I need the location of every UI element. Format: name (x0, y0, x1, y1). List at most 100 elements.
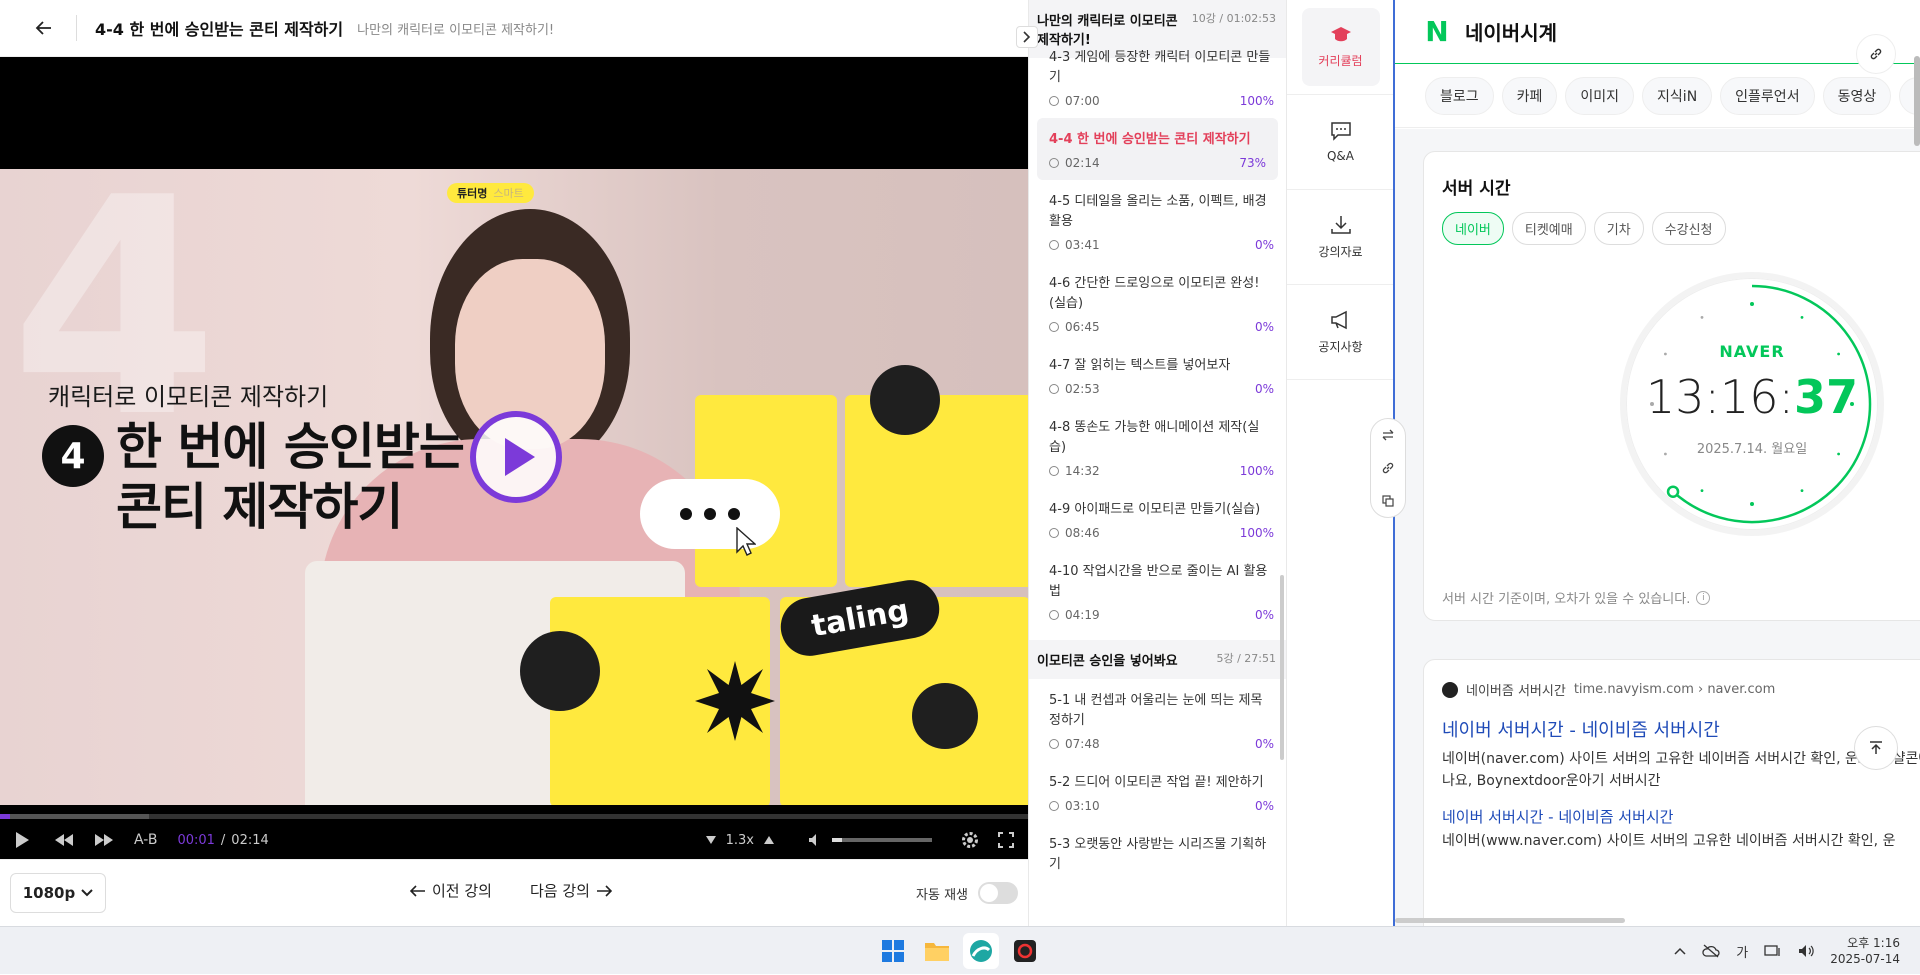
naver-tab[interactable]: 카페 (1501, 76, 1558, 115)
system-tray: 가 오후 1:16 2025-07-14 (1674, 927, 1900, 975)
server-time-tab[interactable]: 티켓예매 (1511, 212, 1586, 245)
windows-logo-icon (882, 940, 904, 962)
prev-lesson-button[interactable]: 이전 강의 (410, 880, 492, 901)
server-time-tab[interactable]: 네이버 (1442, 212, 1504, 245)
playlist-item[interactable]: 4-8 똥손도 가능한 애니메이션 제작(실습) 14:32 100% (1029, 406, 1286, 488)
panel-scrollbar[interactable] (1914, 56, 1920, 146)
next-lesson-button[interactable]: 다음 강의 (530, 880, 612, 901)
rewind-button[interactable] (54, 833, 74, 847)
clock-icon (1049, 528, 1059, 538)
clock-seconds: 37 (1794, 370, 1859, 424)
playlist-item[interactable]: 4-3 게임에 등장한 캐릭터 이모티콘 만들기 07:00 100% (1029, 48, 1286, 118)
naver-tab[interactable]: 지식iN (1642, 76, 1713, 115)
playlist-item-title: 4-9 아이패드로 이모티콘 만들기(실습) (1049, 502, 1261, 517)
speaker-icon[interactable] (1798, 944, 1814, 958)
network-icon[interactable] (1764, 944, 1782, 958)
playlist-item-progress: 0% (1254, 737, 1274, 751)
naver-logo[interactable]: N (1425, 15, 1449, 48)
ab-repeat-button[interactable]: A-B (134, 832, 157, 848)
horizontal-scrollbar[interactable] (1395, 918, 1625, 923)
volume-level (832, 838, 842, 842)
fullscreen-button[interactable] (998, 832, 1014, 848)
sidemenu-label: Q&A (1326, 149, 1354, 163)
result-source[interactable]: 네이버즘 서버시간 time.navyism.com › naver.com (1442, 680, 1775, 699)
playlist-items: 4-4 한 번에 승인받는 콘티 제작하기 02:14 73% 4-5 디테일을 올리… (1029, 118, 1286, 632)
share-link-button[interactable] (1856, 34, 1896, 74)
total-time: 02:14 (231, 832, 269, 848)
clock-icon (1049, 322, 1059, 332)
taskbar-clock[interactable]: 오후 1:16 2025-07-14 (1830, 935, 1900, 967)
swap-icon[interactable] (1382, 429, 1394, 441)
playlist-item[interactable]: 4-10 작업시간을 반으로 줄이는 AI 활용법 04:19 0% (1029, 550, 1286, 632)
playlist-section-header[interactable]: 이모티콘 승인을 넣어봐요 5강 / 27:51 (1029, 640, 1286, 679)
link-icon[interactable] (1382, 462, 1394, 474)
file-explorer-button[interactable] (919, 933, 955, 969)
speed-up-button[interactable] (764, 836, 774, 844)
naver-tab[interactable]: 블로그 (1425, 76, 1494, 115)
video-player[interactable]: 4 튜터명 스마트 taling 캐릭터로 이모티콘 제작하기 4 한 번에 승… (0, 57, 1028, 859)
quality-select[interactable]: 1080p (10, 873, 106, 913)
sidemenu-notice[interactable]: 공지사항 (1287, 285, 1394, 380)
playlist-item[interactable]: 5-2 드디어 이모티콘 작업 끝! 제안하기 03:10 0% (1029, 761, 1286, 823)
playlist-item-title: 4-4 한 번에 승인받는 콘티 제작하기 (1049, 132, 1251, 147)
section-title: 나만의 캐릭터로 이모티콘 제작하기! (1037, 14, 1178, 48)
collapse-playlist-button[interactable] (1016, 26, 1038, 48)
play-button[interactable] (470, 411, 562, 503)
sidemenu-curriculum[interactable]: 커리큘럼 (1287, 0, 1394, 95)
browser-button[interactable] (963, 933, 999, 969)
heart-badge-icon (870, 365, 940, 435)
sidemenu-materials[interactable]: 강의자료 (1287, 190, 1394, 285)
playlist-item-title: 5-3 오랫동안 사랑받는 시리즈물 기획하기 (1049, 837, 1267, 872)
server-time-tab[interactable]: 기차 (1593, 212, 1644, 245)
mouse-cursor-icon (736, 527, 756, 556)
naver-tab[interactable]: 인플루언서 (1720, 76, 1815, 115)
playlist-scrollbar[interactable] (1280, 575, 1284, 760)
back-button[interactable] (22, 0, 66, 57)
playlist-item[interactable]: 4-9 아이패드로 이모티콘 만들기(실습) 08:46 100% (1029, 488, 1286, 550)
start-button[interactable] (875, 933, 911, 969)
camera-icon (1014, 940, 1036, 962)
cloud-off-icon[interactable] (1702, 944, 1720, 958)
result-sublink[interactable]: 네이버 서버시간 - 네이비즘 서버시간 (1442, 806, 1674, 827)
clock-tick (1700, 489, 1704, 493)
graduation-cap-icon (1330, 26, 1351, 41)
camera-app-button[interactable] (1007, 933, 1043, 969)
play-toggle-button[interactable] (14, 831, 30, 849)
seek-bar[interactable] (0, 814, 1028, 819)
result-subdescription: 네이버(www.naver.com) 사이트 서버의 고유한 네이버즘 서버시간… (1442, 833, 1896, 849)
video-title: 한 번에 승인받는 콘티 제작하기 (116, 417, 465, 537)
scroll-to-top-button[interactable] (1854, 726, 1898, 770)
result-title-link[interactable]: 네이버 서버시간 - 네이비즘 서버시간 (1442, 716, 1720, 742)
speed-down-button[interactable] (705, 836, 716, 844)
playlist-item[interactable]: 4-4 한 번에 승인받는 콘티 제작하기 02:14 73% (1037, 118, 1278, 180)
chevron-up-icon[interactable] (1674, 947, 1686, 955)
naver-tab[interactable]: 이미지 (1565, 76, 1635, 115)
video-frame[interactable]: 4 튜터명 스마트 taling 캐릭터로 이모티콘 제작하기 4 한 번에 승… (0, 169, 1028, 805)
autoplay-control: 자동 재생 (916, 882, 1018, 904)
playlist-item[interactable]: 4-7 잘 읽히는 텍스트를 넣어보자 02:53 0% (1029, 344, 1286, 406)
naver-tab[interactable]: 동영상 (1822, 76, 1892, 115)
playlist-item-progress: 0% (1254, 320, 1274, 334)
playlist-item-title: 4-6 간단한 드로잉으로 이모티콘 완성!(실습) (1049, 276, 1260, 311)
clock-brand: NAVER (1719, 342, 1785, 361)
copy-icon[interactable] (1382, 495, 1394, 507)
chevron-right-icon (1023, 31, 1031, 43)
settings-button[interactable] (960, 830, 980, 850)
autoplay-toggle[interactable] (978, 882, 1018, 904)
autoplay-label: 자동 재생 (916, 887, 968, 903)
ime-indicator[interactable]: 가 (1736, 942, 1748, 961)
playlist-item[interactable]: 4-6 간단한 드로잉으로 이모티콘 완성!(실습) 06:45 0% (1029, 262, 1286, 344)
playlist-item[interactable]: 5-3 오랫동안 사랑받는 시리즈물 기획하기 (1029, 823, 1286, 885)
video-title-line1: 한 번에 승인받는 (116, 418, 465, 476)
playlist-item-title: 4-10 작업시간을 반으로 줄이는 AI 활용법 (1049, 564, 1268, 599)
volume-slider[interactable] (832, 838, 932, 842)
playlist-item[interactable]: 4-5 디테일을 올리는 소품, 이펙트, 배경 활용 03:41 0% (1029, 180, 1286, 262)
sidemenu-qna[interactable]: Q&A (1287, 95, 1394, 190)
mute-button[interactable] (808, 833, 822, 847)
info-icon[interactable]: i (1696, 590, 1711, 605)
split-view-handle[interactable] (1370, 418, 1406, 518)
forward-button[interactable] (94, 833, 114, 847)
server-time-tab[interactable]: 수강신청 (1651, 212, 1726, 245)
playlist-item[interactable]: 5-1 내 컨셉과 어울리는 눈에 띄는 제목 정하기 07:48 0% (1029, 679, 1286, 761)
yellow-block (845, 395, 1028, 587)
